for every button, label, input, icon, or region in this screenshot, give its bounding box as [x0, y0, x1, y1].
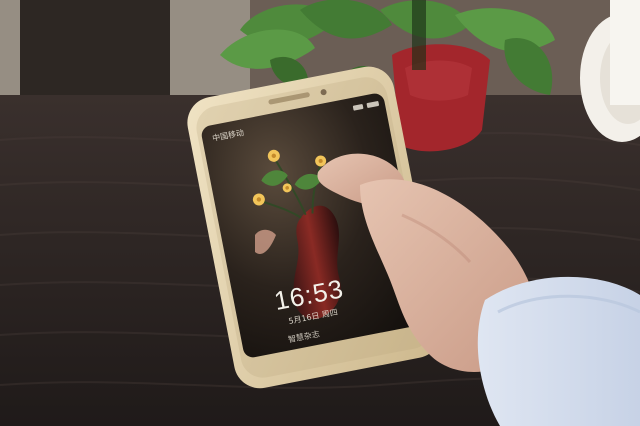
window-frame	[20, 0, 170, 110]
shirt-sleeve	[477, 276, 640, 426]
photo-scene: 中国移动 16:53 5月16日 周四 智慧杂志	[0, 0, 640, 426]
scene-svg: 中国移动 16:53 5月16日 周四 智慧杂志	[0, 0, 640, 426]
cup	[610, 0, 640, 105]
